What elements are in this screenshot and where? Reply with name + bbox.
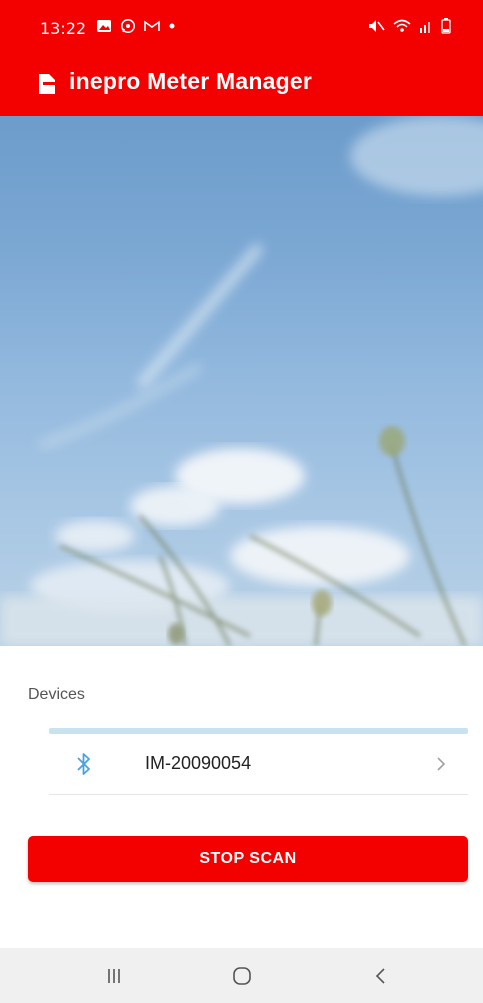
device-list-item[interactable]: IM-20090054 (49, 734, 468, 795)
home-button[interactable] (212, 948, 272, 1003)
sky-illustration (0, 116, 483, 646)
recents-button[interactable] (84, 948, 144, 1003)
back-icon (375, 967, 385, 984)
system-nav-bar (0, 948, 483, 1003)
whatsapp-icon (121, 19, 135, 33)
status-bar: 13:22 (0, 0, 483, 52)
home-icon (233, 966, 251, 985)
gmail-icon (144, 20, 160, 31)
stop-scan-button[interactable]: STOP SCAN (28, 836, 468, 882)
inepro-logo-icon (39, 74, 55, 94)
bluetooth-icon (77, 753, 90, 775)
gallery-icon (97, 20, 111, 32)
device-name: IM-20090054 (145, 753, 252, 773)
signal-icon (420, 22, 430, 33)
status-system-icons (367, 18, 451, 34)
battery-low-icon (441, 18, 451, 34)
wifi-icon (393, 19, 411, 32)
recents-icon (108, 968, 120, 983)
app-title: inepro Meter Manager (69, 68, 312, 94)
status-notification-icons (96, 18, 176, 34)
back-button[interactable] (351, 948, 411, 1003)
hero-sky-image (0, 116, 483, 646)
devices-heading: Devices (28, 686, 85, 703)
status-time: 13:22 (40, 19, 87, 38)
mute-icon (369, 20, 385, 32)
chevron-right-icon (437, 757, 446, 771)
dot-icon (169, 23, 175, 29)
app-bar: inepro Meter Manager (0, 52, 483, 116)
